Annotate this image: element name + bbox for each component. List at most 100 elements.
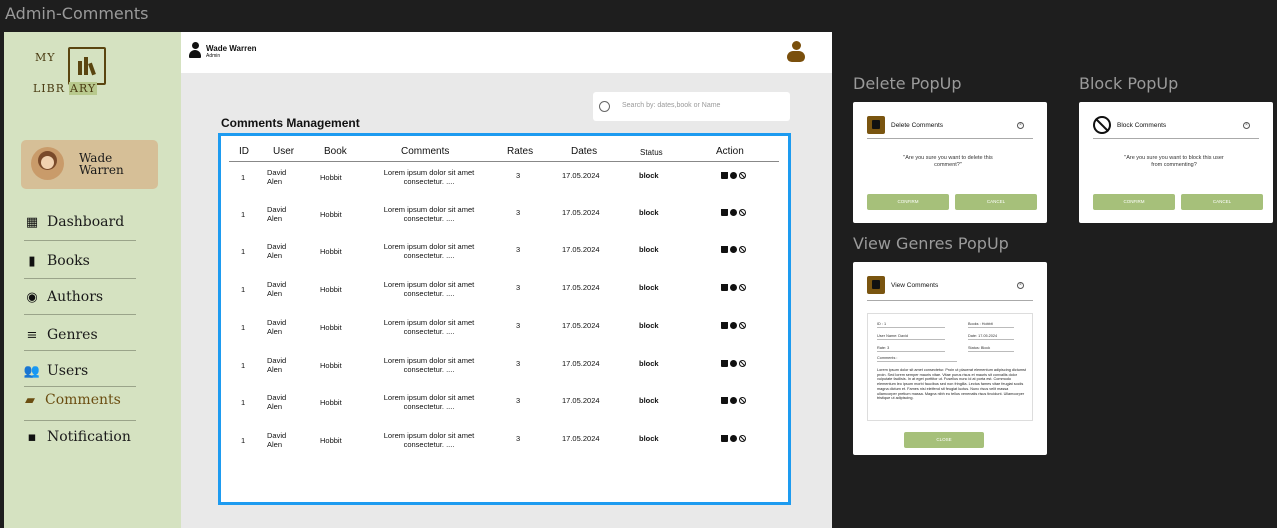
table-row[interactable]: 1 David Alen Hobbit Lorem ipsum dolor sit am…: [229, 356, 779, 389]
account-icon[interactable]: [787, 41, 805, 63]
nav-item-genres[interactable]: ≡ Genres: [24, 324, 144, 346]
table-row[interactable]: 1 David Alen Hobbit Lorem ipsum dolor sit am…: [229, 280, 779, 313]
page-title: Comments Management: [221, 116, 360, 130]
search-box[interactable]: Search by: dates,book or Name: [593, 92, 790, 121]
cell-comment-line1: Lorem ipsum dolor sit amet: [383, 393, 475, 402]
status-badge: block: [639, 321, 659, 330]
cell-comment-line2: consectetur. ....: [403, 327, 455, 336]
cell-user-first: David: [267, 242, 287, 251]
table-row[interactable]: 1 David Alen Hobbit Lorem ipsum dolor sit am…: [229, 205, 779, 238]
view-icon[interactable]: [730, 284, 737, 291]
block-icon[interactable]: [739, 284, 746, 291]
authors-icon: ◉: [26, 289, 38, 305]
trash-icon[interactable]: [721, 322, 728, 329]
cell-comment-line2: consectetur. ....: [403, 440, 455, 449]
col-id: ID: [239, 146, 249, 157]
table-row[interactable]: 1 David Alen Hobbit Lorem ipsum dolor sit am…: [229, 393, 779, 426]
view-icon[interactable]: [730, 246, 737, 253]
status-badge: block: [639, 171, 659, 180]
cell-rate: 3: [516, 321, 521, 330]
trash-icon[interactable]: [721, 209, 728, 216]
view-icon[interactable]: [730, 397, 737, 404]
trash-icon[interactable]: [721, 284, 728, 291]
close-icon[interactable]: ×: [1017, 122, 1024, 129]
cell-user-last: Alen: [267, 177, 283, 186]
cell-date: 17.05.2024: [562, 321, 600, 330]
status-badge: block: [639, 434, 659, 443]
trash-icon[interactable]: [721, 360, 728, 367]
block-icon[interactable]: [739, 172, 746, 179]
nav-divider: [24, 240, 136, 241]
comment-detail-card: ID : 1 Books : Hobbit User Name: David D…: [867, 313, 1033, 421]
topbar: Wade Warren Admin: [181, 32, 832, 73]
block-icon: [1093, 116, 1111, 134]
cell-user-first: David: [267, 393, 287, 402]
nav-item-notification[interactable]: ▪ Notification: [24, 426, 144, 448]
cell-date: 17.05.2024: [562, 434, 600, 443]
cell-user-last: Alen: [267, 214, 283, 223]
col-action: Action: [716, 146, 744, 157]
nav-item-comments[interactable]: ▰ Comments: [22, 389, 142, 411]
col-user: User: [273, 146, 295, 157]
view-icon[interactable]: [730, 172, 737, 179]
table-row[interactable]: 1 David Alen Hobbit Lorem ipsum dolor sit am…: [229, 242, 779, 275]
status-badge: block: [639, 396, 659, 405]
trash-icon[interactable]: [721, 246, 728, 253]
block-icon[interactable]: [739, 322, 746, 329]
dashboard-icon: ▦: [25, 214, 39, 230]
block-popup: Block Comments × "Are you sure you want …: [1079, 102, 1273, 223]
close-button[interactable]: CLOSE: [904, 432, 984, 448]
view-icon[interactable]: [730, 322, 737, 329]
block-icon[interactable]: [739, 246, 746, 253]
nav-divider: [24, 420, 136, 421]
nav-item-dashboard[interactable]: ▦ Dashboard: [24, 211, 144, 233]
status-badge: block: [639, 208, 659, 217]
cancel-button[interactable]: CANCEL: [1181, 194, 1263, 210]
profile-name: Wade Warren: [79, 151, 124, 177]
trash-icon[interactable]: [721, 397, 728, 404]
nav-item-authors[interactable]: ◉ Authors: [24, 286, 144, 308]
cell-rate: 3: [516, 171, 521, 180]
cell-comment-line1: Lorem ipsum dolor sit amet: [383, 356, 475, 365]
close-icon[interactable]: ×: [1017, 282, 1024, 289]
table-row[interactable]: 1 David Alen Hobbit Lorem ipsum dolor sit am…: [229, 318, 779, 351]
logo-word-ary: ARY: [69, 82, 98, 95]
cell-user-first: David: [267, 205, 287, 214]
cell-rate: 3: [516, 283, 521, 292]
nav-item-users[interactable]: 👥 Users: [24, 360, 144, 382]
view-icon[interactable]: [730, 360, 737, 367]
block-icon[interactable]: [739, 435, 746, 442]
detail-id: ID : 1: [877, 322, 945, 328]
table-row[interactable]: 1 David Alen Hobbit Lorem ipsum dolor sit am…: [229, 168, 779, 201]
cell-comment-line1: Lorem ipsum dolor sit amet: [383, 205, 475, 214]
user-icon: [189, 42, 201, 61]
trash-icon[interactable]: [721, 172, 728, 179]
row-actions: [721, 284, 746, 291]
confirm-button[interactable]: CONFIRM: [867, 194, 949, 210]
search-input[interactable]: Search by: dates,book or Name: [622, 102, 720, 109]
confirm-button[interactable]: CONFIRM: [1093, 194, 1175, 210]
topbar-user-name: Wade Warren: [206, 44, 257, 53]
block-icon[interactable]: [739, 209, 746, 216]
close-icon[interactable]: ×: [1243, 122, 1250, 129]
cell-date: 17.05.2024: [562, 208, 600, 217]
cell-rate: 3: [516, 359, 521, 368]
table-row[interactable]: 1 David Alen Hobbit Lorem ipsum dolor sit am…: [229, 431, 779, 464]
block-icon[interactable]: [739, 360, 746, 367]
cell-rate: 3: [516, 396, 521, 405]
cancel-button[interactable]: CANCEL: [955, 194, 1037, 210]
block-popup-title: Block Comments: [1117, 122, 1167, 129]
view-icon[interactable]: [730, 435, 737, 442]
users-icon: 👥: [23, 363, 41, 379]
profile-card[interactable]: Wade Warren: [21, 140, 158, 189]
block-icon[interactable]: [739, 397, 746, 404]
trash-icon[interactable]: [721, 435, 728, 442]
detail-comment-text: Lorem ipsum dolor sit amet consectetur. …: [877, 368, 1026, 401]
nav-item-books[interactable]: ▮ Books: [24, 250, 144, 272]
detail-user-name: User Name: David: [877, 334, 945, 340]
cell-user-first: David: [267, 318, 287, 327]
row-actions: [721, 209, 746, 216]
block-popup-message: "Are you sure you want to block this use…: [1124, 155, 1224, 168]
logo[interactable]: MY LIBR ARY: [31, 44, 111, 100]
view-icon[interactable]: [730, 209, 737, 216]
